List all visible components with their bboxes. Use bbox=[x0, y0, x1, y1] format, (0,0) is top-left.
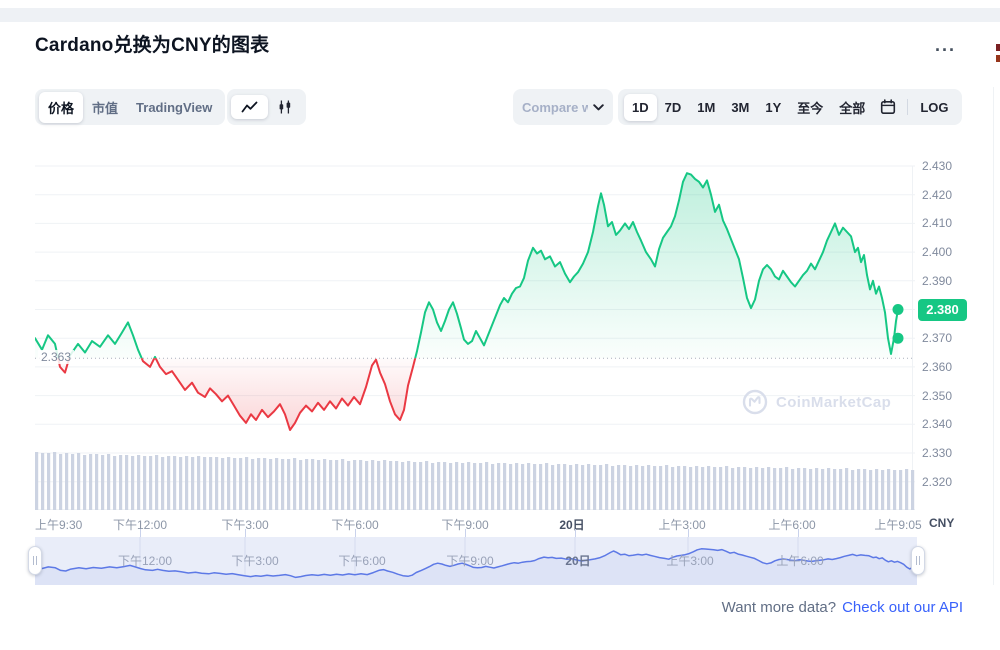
coinmarketcap-logo-icon bbox=[742, 389, 768, 415]
top-divider bbox=[0, 8, 1000, 22]
compare-button[interactable]: Compare w bbox=[513, 89, 613, 125]
navigator-time-label: 20日 bbox=[565, 552, 590, 569]
navigator-tick bbox=[465, 529, 466, 537]
x-axis-tick: 上午9:30 bbox=[35, 516, 82, 533]
y-axis-tick: 2.340 bbox=[922, 417, 952, 431]
price-chart-svg bbox=[35, 140, 915, 511]
current-price-badge: 2.380 bbox=[918, 299, 967, 321]
navigator-tick bbox=[575, 529, 576, 537]
range-1y[interactable]: 1Y bbox=[757, 94, 789, 121]
range-all[interactable]: 全部 bbox=[831, 92, 873, 123]
compare-label: Compare w bbox=[522, 100, 588, 115]
footer-prompt: Want more data? bbox=[722, 599, 837, 616]
range-group: 1D7D1M3M1Y至今全部 LOG bbox=[618, 89, 962, 125]
navigator-time-label: 下午12:00 bbox=[118, 552, 172, 569]
axis-currency-label: CNY bbox=[929, 516, 954, 530]
navigator-tick bbox=[355, 529, 356, 537]
candlestick-type-button[interactable] bbox=[268, 94, 302, 120]
range-navigator[interactable]: 下午12:00 下午3:00 下午6:00 下午9:00 20日 上午3:00 上午6:00 bbox=[35, 537, 917, 585]
x-axis-tick: 上午9:05 bbox=[874, 516, 921, 533]
view-tab-tradingview[interactable]: TradingView bbox=[127, 94, 221, 121]
log-scale-button[interactable]: LOG bbox=[912, 94, 956, 121]
chart-type-group bbox=[227, 89, 306, 125]
candlestick-icon bbox=[278, 100, 292, 114]
y-axis-tick: 2.430 bbox=[922, 159, 952, 173]
range-1m[interactable]: 1M bbox=[689, 94, 723, 121]
y-axis-tick: 2.360 bbox=[922, 360, 952, 374]
open-price-label: 2.363 bbox=[38, 350, 74, 364]
x-axis-tick: 上午6:00 bbox=[768, 516, 815, 533]
navigator-time-label: 上午6:00 bbox=[776, 552, 823, 569]
x-axis-tick: 20日 bbox=[559, 516, 584, 533]
y-axis-tick: 2.420 bbox=[922, 188, 952, 202]
y-axis-tick: 2.320 bbox=[922, 475, 952, 489]
range-ytd[interactable]: 至今 bbox=[789, 92, 831, 123]
navigator-tick bbox=[140, 529, 141, 537]
navigator-tick bbox=[798, 529, 799, 537]
clipped-edge-content bbox=[996, 55, 1000, 62]
range-1d[interactable]: 1D bbox=[624, 94, 657, 121]
navigator-time-label: 下午6:00 bbox=[338, 552, 385, 569]
line-chart-icon bbox=[241, 101, 258, 113]
navigator-time-label: 上午3:00 bbox=[666, 552, 713, 569]
y-axis-tick: 2.390 bbox=[922, 274, 952, 288]
range-3m[interactable]: 3M bbox=[723, 94, 757, 121]
api-link[interactable]: Check out our API bbox=[842, 599, 963, 616]
navigator-tick bbox=[245, 529, 246, 537]
calendar-button[interactable] bbox=[873, 95, 903, 119]
navigator-time-label: 下午3:00 bbox=[231, 552, 278, 569]
api-footer: Want more data? Check out our API bbox=[722, 599, 963, 616]
navigator-time-label: 下午9:00 bbox=[446, 552, 493, 569]
price-chart[interactable]: 2.363 CoinMarketCap bbox=[35, 140, 915, 511]
navigator-tick bbox=[688, 529, 689, 537]
range-items: 1D7D1M3M1Y至今全部 bbox=[624, 92, 873, 123]
y-axis-tick: 2.400 bbox=[922, 245, 952, 259]
chevron-down-icon bbox=[593, 104, 604, 111]
view-tab-price[interactable]: 价格 bbox=[39, 92, 83, 123]
page-title: Cardano兑换为CNY的图表 bbox=[35, 30, 269, 57]
line-chart-type-button[interactable] bbox=[231, 95, 268, 119]
divider bbox=[907, 99, 908, 115]
view-tab-group: 价格市值TradingView bbox=[35, 89, 225, 125]
x-axis-tick: 上午3:00 bbox=[658, 516, 705, 533]
y-axis-tick: 2.410 bbox=[922, 216, 952, 230]
right-panel-border bbox=[993, 87, 994, 585]
range-7d[interactable]: 7D bbox=[657, 94, 690, 121]
more-options-button[interactable]: ... bbox=[935, 36, 956, 54]
calendar-icon bbox=[880, 99, 896, 115]
clipped-edge-content bbox=[996, 44, 1000, 51]
view-tab-marketcap[interactable]: 市值 bbox=[83, 92, 127, 123]
y-axis-tick: 2.350 bbox=[922, 389, 952, 403]
y-axis-tick: 2.330 bbox=[922, 446, 952, 460]
navigator-right-handle[interactable] bbox=[911, 546, 925, 575]
y-axis-tick: 2.370 bbox=[922, 331, 952, 345]
watermark-text: CoinMarketCap bbox=[776, 394, 891, 411]
navigator-left-handle[interactable] bbox=[28, 546, 42, 575]
coinmarketcap-watermark: CoinMarketCap bbox=[742, 389, 891, 415]
